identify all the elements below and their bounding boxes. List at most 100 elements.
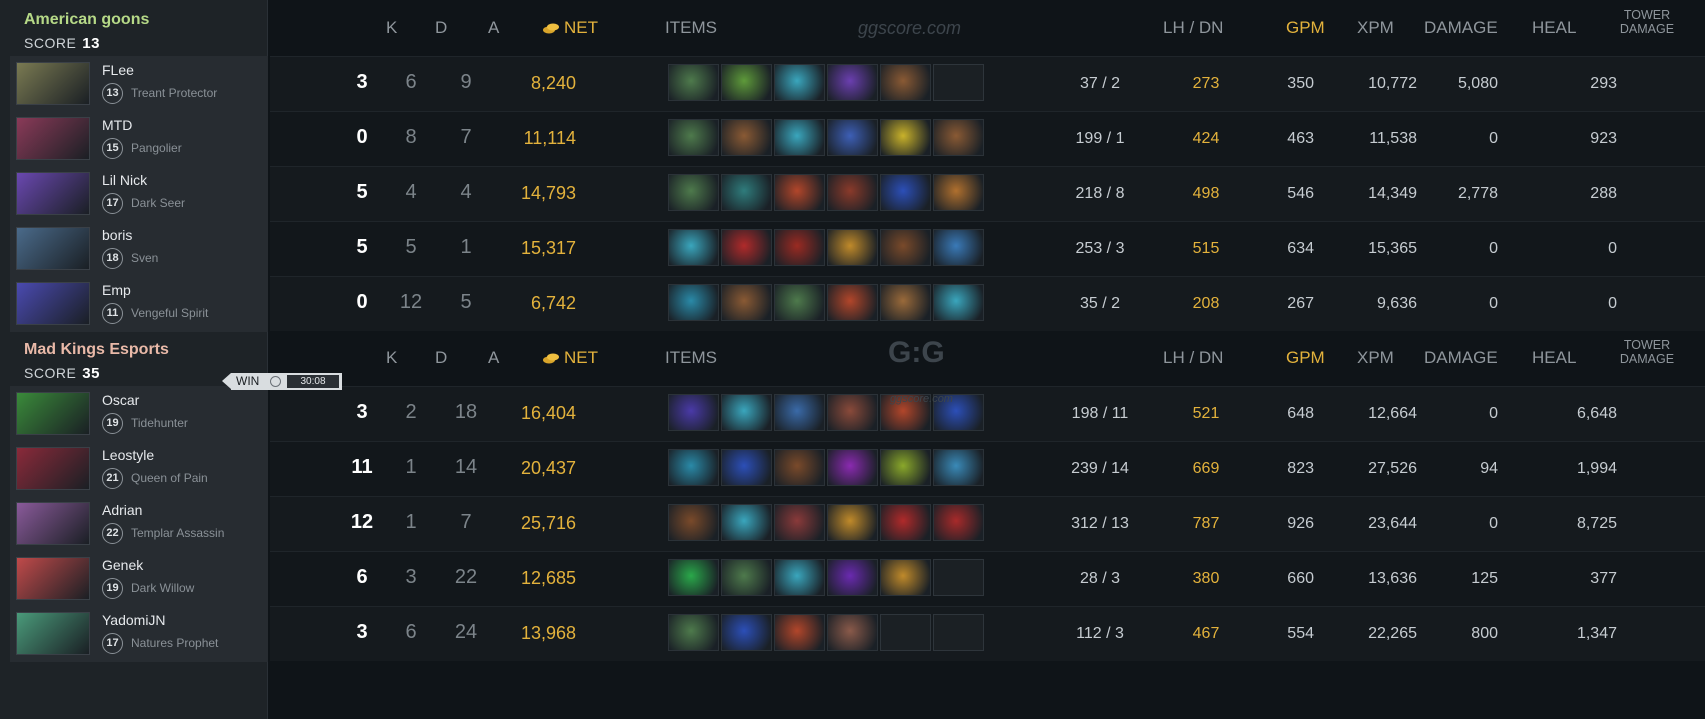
item-slot[interactable] [880,64,931,101]
player-row[interactable]: Adrian 22 Templar Assassin [10,496,268,552]
item-slot[interactable] [721,119,772,156]
item-slot[interactable] [827,284,878,321]
item-slot[interactable] [827,504,878,541]
item-slot[interactable] [774,64,825,101]
item-slot[interactable] [933,284,984,321]
item-slot[interactable] [721,394,772,431]
player-name[interactable]: MTD [102,117,132,133]
heal-value: 5,080 [1457,75,1498,92]
player-name[interactable]: Oscar [102,392,139,408]
header-items: ITEMS [665,18,717,37]
item-slot[interactable] [721,504,772,541]
player-row[interactable]: boris 18 Sven [10,221,268,277]
item-slot[interactable] [668,614,719,651]
player-name[interactable]: Leostyle [102,447,154,463]
hero-portrait[interactable] [16,117,90,160]
kills-value: 12 [350,511,374,533]
damage-value: 23,644 [1368,515,1417,532]
player-name[interactable]: Adrian [102,502,142,518]
net-worth-value: 14,793 [520,183,576,203]
hero-portrait[interactable] [16,557,90,600]
heal-value: 0 [1489,515,1498,532]
item-slot[interactable] [774,119,825,156]
item-slot[interactable] [880,119,931,156]
item-slot[interactable] [668,229,719,266]
hero-portrait[interactable] [16,62,90,105]
stats-header: K D A NET ITEMS LH / DN GPM XPM DAMAGE HEAL TOWER D… [270,0,1705,60]
item-slot[interactable] [827,174,878,211]
item-slot[interactable] [721,284,772,321]
player-name[interactable]: boris [102,227,132,243]
item-slot[interactable] [933,229,984,266]
item-slot[interactable] [880,174,931,211]
hero-portrait[interactable] [16,282,90,325]
hero-portrait[interactable] [16,502,90,545]
item-slot[interactable] [774,504,825,541]
player-row[interactable]: MTD 15 Pangolier [10,111,268,167]
item-slot[interactable] [721,559,772,596]
clock-icon [270,376,281,387]
item-slot[interactable] [668,504,719,541]
item-slot[interactable] [880,504,931,541]
item-slot[interactable] [933,449,984,486]
player-name[interactable]: FLee [102,62,134,78]
player-row[interactable]: Lil Nick 17 Dark Seer [10,166,268,222]
item-slot[interactable] [668,449,719,486]
item-slot[interactable] [827,64,878,101]
hero-portrait[interactable] [16,227,90,270]
hero-portrait[interactable] [16,172,90,215]
player-row[interactable]: Genek 19 Dark Willow [10,551,268,607]
item-slot[interactable] [668,64,719,101]
hero-portrait[interactable] [16,612,90,655]
item-slot[interactable] [774,614,825,651]
item-slot[interactable] [827,449,878,486]
xpm-value: 463 [1287,130,1314,147]
item-slot[interactable] [721,64,772,101]
item-slot[interactable] [721,174,772,211]
item-slot[interactable] [933,174,984,211]
gpm-value: 521 [1192,405,1220,422]
damage-value: 11,538 [1369,130,1417,147]
item-slot[interactable] [774,449,825,486]
item-slot[interactable] [774,559,825,596]
player-name[interactable]: Genek [102,557,143,573]
item-slot[interactable] [721,449,772,486]
player-row[interactable]: YadomiJN 17 Natures Prophet [10,606,268,662]
item-slot[interactable] [880,449,931,486]
player-name[interactable]: Emp [102,282,131,298]
item-slot[interactable] [774,229,825,266]
player-row[interactable]: FLee 13 Treant Protector [10,56,268,112]
item-slot[interactable] [774,394,825,431]
item-slot[interactable] [774,284,825,321]
item-slot[interactable] [827,394,878,431]
lh-dn-value: 35 / 2 [1079,295,1121,312]
hero-portrait[interactable] [16,392,90,435]
player-name[interactable]: YadomiJN [102,612,166,628]
item-slot[interactable] [933,119,984,156]
hero-level-badge: 15 [102,138,123,159]
player-row[interactable]: Emp 11 Vengeful Spirit [10,276,268,332]
item-slot[interactable] [880,284,931,321]
item-slot[interactable] [827,229,878,266]
stats-header: K D A NET ITEMS LH / DN GPM XPM DAMAGE HEAL TOWER D… [270,330,1705,390]
score-value: 35 [82,365,100,382]
item-slot[interactable] [721,614,772,651]
item-slot[interactable] [668,559,719,596]
item-slot[interactable] [880,229,931,266]
item-slot[interactable] [668,174,719,211]
item-slot[interactable] [880,559,931,596]
item-slot[interactable] [827,559,878,596]
item-slot[interactable] [933,504,984,541]
item-slot[interactable] [827,614,878,651]
item-slot[interactable] [668,394,719,431]
hero-portrait[interactable] [16,447,90,490]
player-row[interactable]: Oscar 19 Tidehunter [10,386,268,442]
item-slot[interactable] [668,119,719,156]
header-deaths: D [435,348,448,367]
item-slot[interactable] [774,174,825,211]
item-slot[interactable] [827,119,878,156]
player-name[interactable]: Lil Nick [102,172,147,188]
player-row[interactable]: Leostyle 21 Queen of Pain [10,441,268,497]
item-slot[interactable] [721,229,772,266]
item-slot[interactable] [668,284,719,321]
